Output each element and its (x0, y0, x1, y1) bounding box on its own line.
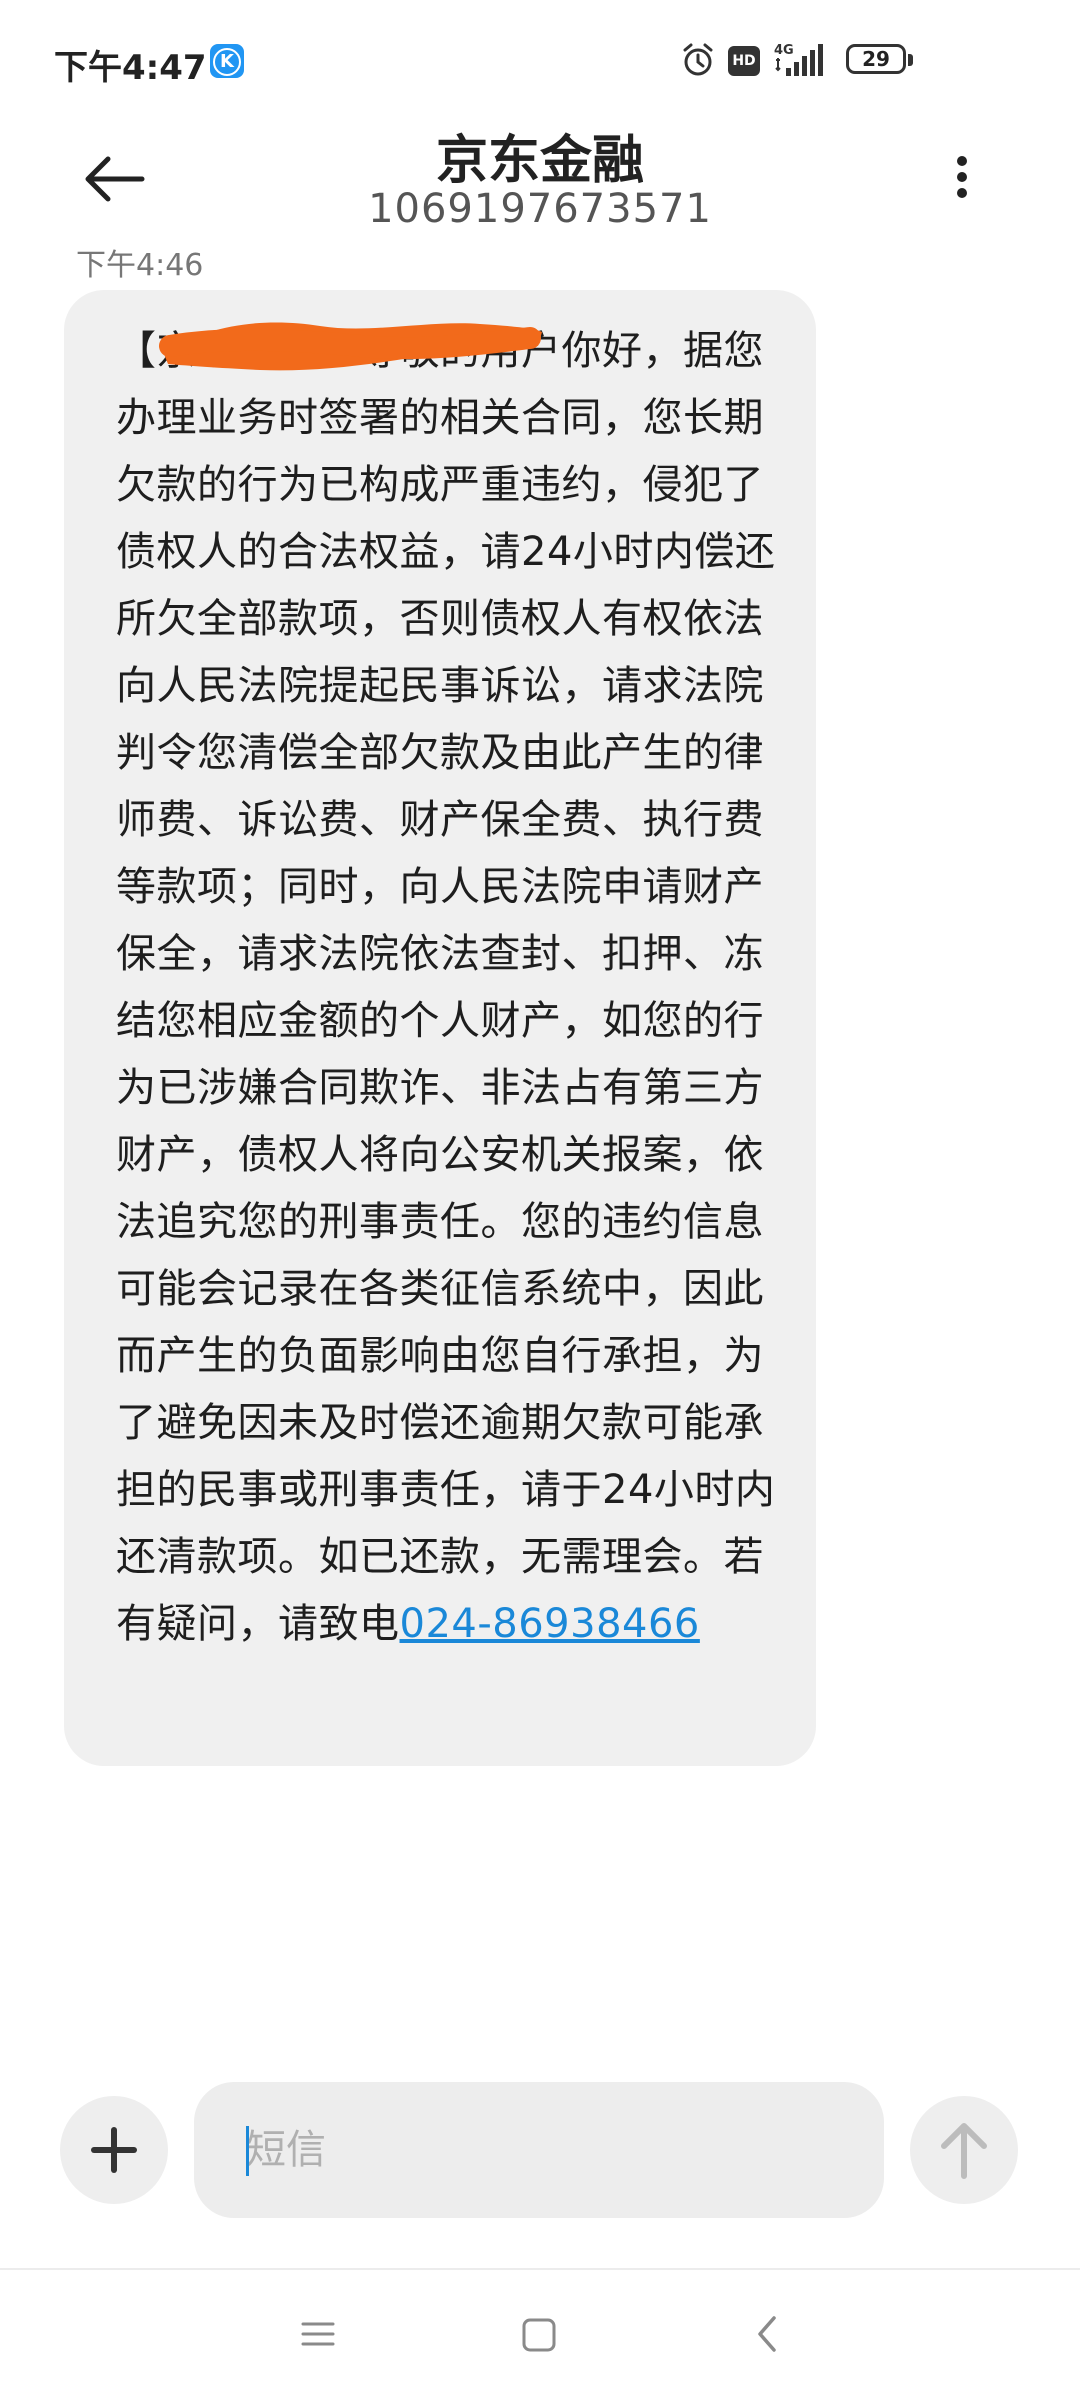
message-bubble[interactable]: 【京东金融】尊敬的用户你好，据您办理业务时签署的相关合同，您长期欠款的行为已构成… (64, 290, 816, 1766)
network-type: 4G (774, 43, 794, 58)
battery-tip (908, 54, 913, 66)
system-nav-bar (0, 2270, 1080, 2400)
more-options-icon[interactable] (940, 150, 984, 210)
redaction-scribble (159, 322, 542, 371)
contact-number: 1069197673571 (368, 186, 712, 232)
contact-name: 京东金融 (435, 131, 644, 191)
battery-icon: 29 (846, 44, 906, 74)
conversation-header: 京东金融 1069197673571 (0, 110, 1080, 240)
sms-input[interactable] (194, 2082, 884, 2218)
add-attachment-button[interactable] (60, 2096, 168, 2204)
home-icon[interactable] (520, 2316, 558, 2354)
status-bar: 下午4:47 K HD 4G 29 (0, 0, 1080, 128)
status-time: 下午4:47 (54, 48, 207, 88)
text-caret (246, 2126, 249, 2176)
message-timestamp: 下午4:46 (76, 248, 204, 283)
composer-bar (0, 2070, 1080, 2230)
recent-apps-icon[interactable] (300, 2316, 336, 2352)
app-notification-icon: K (210, 44, 244, 78)
message-text: 【京东金融】尊敬的用户你好，据您办理业务时签署的相关合同，您长期欠款的行为已构成… (116, 318, 776, 1658)
nav-back-icon[interactable] (752, 2314, 782, 2354)
send-arrow-icon (941, 2123, 987, 2179)
status-icons: HD 4G 29 (580, 40, 1080, 80)
alarm-icon (683, 43, 713, 76)
hd-icon: HD (728, 46, 760, 76)
send-button[interactable] (910, 2096, 1018, 2204)
message-body: 【京东金融】尊敬的用户你好，据您办理业务时签署的相关合同，您长期欠款的行为已构成… (116, 328, 776, 1647)
phone-number-link[interactable]: 024-86938466 (400, 1601, 700, 1647)
signal-icon: 4G (774, 43, 823, 76)
